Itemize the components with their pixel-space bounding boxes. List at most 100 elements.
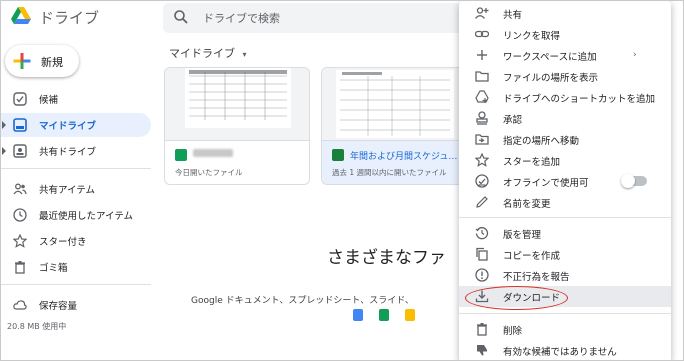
menu-item-label: 共有 xyxy=(503,10,523,21)
sidebar-item-shared-drives[interactable]: 共有ドライブ xyxy=(1,139,151,163)
trash-icon xyxy=(15,261,25,274)
sidebar-item-label: 共有アイテム xyxy=(39,185,96,196)
file-card-footer: 今日開いたファイル xyxy=(165,140,309,184)
right-edge xyxy=(671,1,683,360)
sidebar-item-label: 候補 xyxy=(39,95,59,106)
menu-item-label: 不正行為を報告 xyxy=(503,272,570,283)
star-icon xyxy=(13,234,27,248)
new-button[interactable]: 新規 xyxy=(5,45,79,77)
menu-item-make-copy[interactable]: コピーを作成 xyxy=(459,244,671,265)
clock-icon xyxy=(13,208,27,222)
docs-icon xyxy=(353,309,363,321)
toggle-knob xyxy=(621,174,635,188)
file-card-selected[interactable]: 年間および月間スケジュ… 過去 1 週間以内に開いたファイル xyxy=(321,67,467,185)
slides-icon xyxy=(405,309,415,321)
excel-file-icon xyxy=(332,149,344,161)
menu-item-rename[interactable]: 名前を変更 xyxy=(459,192,671,213)
sidebar-item-shared-with-me[interactable]: 共有アイテム xyxy=(1,177,151,201)
menu-item-label: ファイルの場所を表示 xyxy=(503,73,599,84)
menu-item-share[interactable]: 共有 xyxy=(459,3,671,24)
menu-item-label: 指定の場所へ移動 xyxy=(503,136,580,147)
menu-item-label: 有効な候補ではありません xyxy=(503,347,617,358)
menu-item-move[interactable]: 指定の場所へ移動 xyxy=(459,129,671,150)
plus-multicolor-icon xyxy=(13,53,31,69)
file-name: 年間および月間スケジュ… xyxy=(350,152,458,162)
sidebar-divider xyxy=(1,284,151,285)
file-meta: 今日開いたファイル xyxy=(175,168,243,177)
star-outline-icon xyxy=(475,153,489,167)
file-thumbnail xyxy=(322,68,466,140)
cloud-icon xyxy=(13,300,27,310)
check-circle-icon xyxy=(13,92,27,106)
sidebar-item-label: スター付き xyxy=(39,237,87,248)
sidebar-item-recent[interactable]: 最近使用したアイテム xyxy=(1,203,151,227)
sidebar-item-label: 最近使用したアイテム xyxy=(39,211,134,222)
menu-item-manage-versions[interactable]: 版を管理 xyxy=(459,223,671,244)
sidebar-item-label: マイドライブ xyxy=(39,121,97,132)
approval-icon xyxy=(476,111,488,125)
sidebar-item-label: ゴミ箱 xyxy=(39,263,68,274)
menu-item-label: コピーを作成 xyxy=(503,251,561,262)
file-card-footer: 年間および月間スケジュ… 過去 1 週間以内に開いたファイル xyxy=(322,140,466,184)
chevron-right-icon: › xyxy=(633,50,637,60)
menu-divider xyxy=(459,313,671,314)
storage-used-text: 20.8 MB 使用中 xyxy=(7,322,67,331)
offline-icon xyxy=(475,174,489,188)
menu-item-add-shortcut[interactable]: ドライブへのショートカットを追加 xyxy=(459,87,671,108)
spreadsheet-preview-image xyxy=(185,68,291,128)
file-thumbnail xyxy=(165,68,309,140)
trash-icon xyxy=(477,323,487,336)
menu-item-show-location[interactable]: ファイルの場所を表示 xyxy=(459,66,671,87)
page-title-text: マイドライブ xyxy=(169,47,235,60)
menu-item-not-helpful[interactable]: 有効な候補ではありません xyxy=(459,340,671,360)
menu-item-label: スターを追加 xyxy=(503,157,561,168)
sheets-icon xyxy=(379,309,389,321)
menu-item-label: リンクを取得 xyxy=(503,31,561,42)
people-icon xyxy=(13,183,27,195)
sidebar-item-my-drive[interactable]: マイドライブ xyxy=(1,113,151,137)
copy-icon xyxy=(476,247,488,261)
sidebar-divider xyxy=(1,168,151,169)
pencil-icon xyxy=(476,196,488,208)
menu-item-label: 削除 xyxy=(503,326,523,337)
page-title[interactable]: マイドライブ ▾ xyxy=(169,45,247,61)
sidebar-item-trash[interactable]: ゴミ箱 xyxy=(1,255,151,279)
drive-window: ドライブ ドライブで検索 新規 候補 マイドライブ 共有ドライブ 共有アイテム … xyxy=(0,0,684,361)
folder-icon xyxy=(475,71,489,82)
empty-state-title: さまざまなファ xyxy=(327,248,446,268)
menu-item-label: 名前を変更 xyxy=(503,199,551,210)
menu-item-delete[interactable]: 削除 xyxy=(459,319,671,340)
menu-item-label: オフラインで使用可 xyxy=(503,178,589,189)
menu-item-offline[interactable]: オフラインで使用可 xyxy=(459,171,671,192)
menu-item-label: 版を管理 xyxy=(503,230,542,241)
shared-drive-icon xyxy=(13,144,27,158)
schedule-preview-image xyxy=(336,70,454,138)
new-button-label: 新規 xyxy=(41,56,63,69)
shortcut-icon xyxy=(475,90,489,103)
report-icon xyxy=(475,268,489,282)
file-name-redacted xyxy=(193,149,233,160)
expand-caret-icon[interactable] xyxy=(2,121,6,129)
search-icon[interactable] xyxy=(173,9,189,25)
sidebar-item-suggested[interactable]: 候補 xyxy=(1,87,151,111)
highlight-ellipse-annotation xyxy=(465,286,568,310)
file-meta: 過去 1 週間以内に開いたファイル xyxy=(332,168,447,177)
move-icon xyxy=(475,134,489,145)
menu-item-report-abuse[interactable]: 不正行為を報告 xyxy=(459,265,671,286)
link-icon xyxy=(475,30,489,38)
menu-item-label: ドライブへのショートカットを追加 xyxy=(503,94,656,105)
sidebar-item-storage[interactable]: 保存容量 xyxy=(1,293,151,317)
empty-state-subtitle: Google ドキュメント、スプレッドシート、スライド、 xyxy=(191,296,414,306)
drive-logo-icon xyxy=(11,7,31,24)
file-card[interactable]: 今日開いたファイル xyxy=(164,67,310,185)
menu-item-get-link[interactable]: リンクを取得 xyxy=(459,24,671,45)
menu-item-approval[interactable]: 承認 xyxy=(459,108,671,129)
menu-item-label: ワークスペースに追加 xyxy=(503,52,597,63)
sidebar-item-label: 保存容量 xyxy=(39,301,78,312)
menu-item-add-star[interactable]: スターを追加 xyxy=(459,150,671,171)
menu-item-add-to-workspace[interactable]: ワークスペースに追加 › xyxy=(459,45,671,66)
offline-toggle[interactable] xyxy=(621,174,647,188)
sidebar-item-starred[interactable]: スター付き xyxy=(1,229,151,253)
expand-caret-icon[interactable] xyxy=(2,147,6,155)
person-add-icon xyxy=(475,7,489,19)
